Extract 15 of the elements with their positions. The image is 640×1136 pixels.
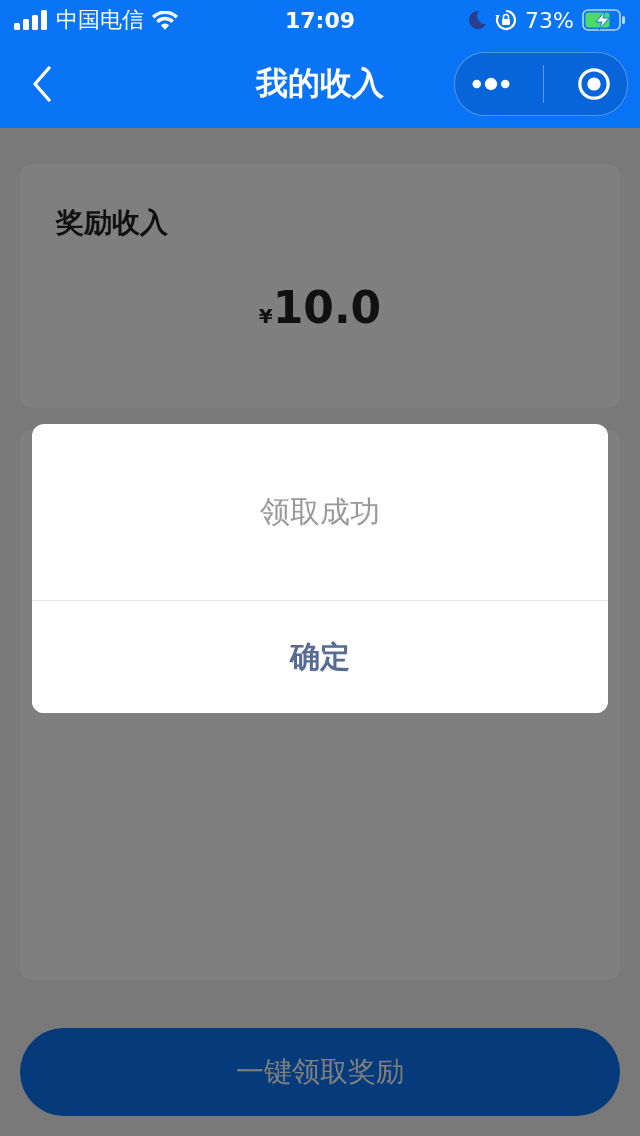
battery-percent: 73% (525, 7, 574, 33)
income-amount: 10.0 (272, 282, 382, 333)
clock-time: 17:09 (285, 7, 355, 33)
carrier-name: 中国电信 (56, 6, 144, 34)
page-title: 我的收入 (256, 63, 384, 104)
card-title: 奖励收入 (56, 205, 169, 241)
wifi-icon (152, 10, 178, 30)
more-icon[interactable] (471, 77, 510, 91)
claim-button[interactable]: 一键领取奖励 (20, 1028, 620, 1116)
back-icon[interactable] (32, 66, 52, 102)
rotation-lock-icon (495, 9, 518, 31)
moon-icon (467, 10, 488, 30)
currency-symbol: ¥ (258, 304, 273, 328)
battery-charging-icon (582, 9, 626, 31)
signal-icon (14, 10, 48, 30)
